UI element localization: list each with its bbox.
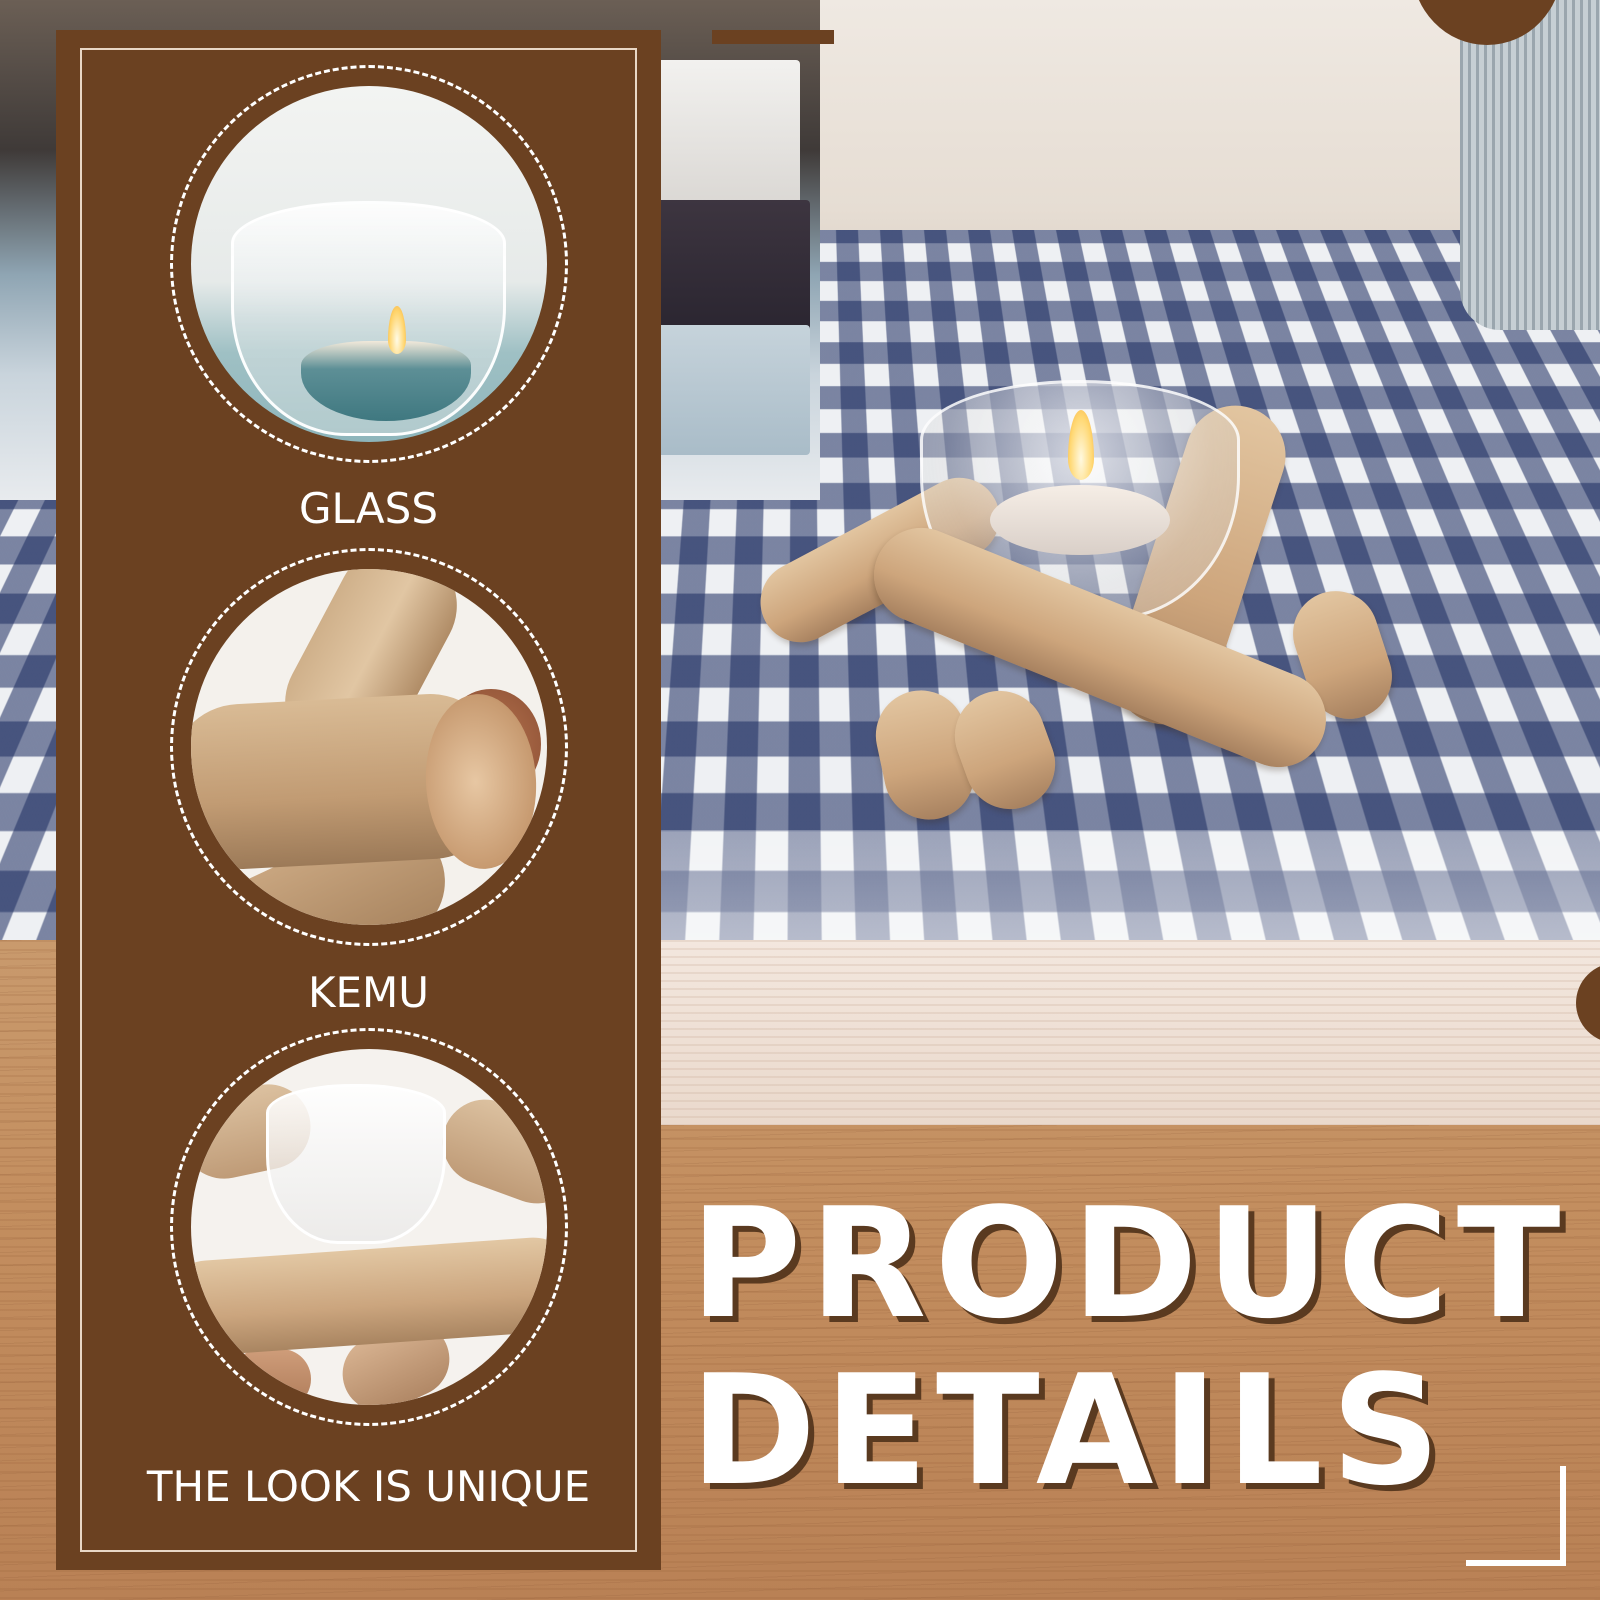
light-wood-board — [650, 940, 1600, 1125]
feature-circle-glass — [170, 65, 568, 463]
cloth-highlight — [650, 830, 1600, 940]
glass-photo — [191, 86, 547, 442]
feature-label-kemu: KEMU — [80, 968, 657, 1017]
title-line-2: DETAILS — [690, 1355, 1448, 1507]
feature-circle-wood — [170, 548, 568, 946]
wood-photo — [191, 569, 547, 925]
book — [640, 325, 810, 455]
book — [640, 60, 800, 220]
book — [640, 200, 810, 335]
title-line-1: PRODUCT — [690, 1188, 1569, 1340]
decor-bar — [712, 30, 834, 44]
feature-label-glass: GLASS — [80, 484, 657, 533]
tealight-candle — [990, 485, 1170, 555]
holder-photo — [191, 1049, 547, 1405]
driftwood-log — [191, 1234, 547, 1358]
feature-label-unique: THE LOOK IS UNIQUE — [80, 1462, 657, 1511]
metal-pot — [1460, 0, 1600, 330]
corner-bracket — [1466, 1466, 1566, 1566]
feature-circle-unique — [170, 1028, 568, 1426]
driftwood-log — [231, 1349, 311, 1405]
glass-cup — [266, 1084, 446, 1244]
